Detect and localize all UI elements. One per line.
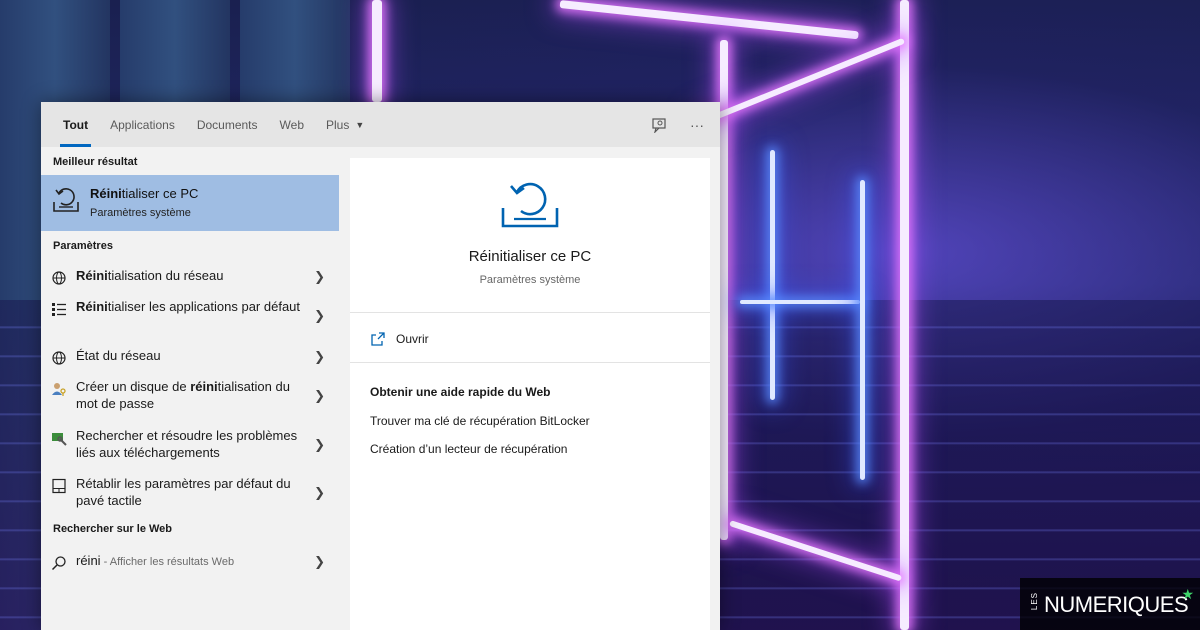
- tab-documents[interactable]: Documents: [186, 102, 269, 147]
- best-match-title: Réinitialiser ce PC: [90, 186, 199, 201]
- globe-icon: [52, 271, 66, 285]
- more-options-icon[interactable]: ···: [688, 116, 706, 134]
- divider: [350, 312, 710, 313]
- app-list-icon: [52, 303, 66, 316]
- best-match-subtitle: Paramètres système: [90, 207, 191, 219]
- wrench-icon: [52, 433, 67, 446]
- neon-light: [740, 300, 860, 304]
- tab-more[interactable]: Plus ▼: [315, 102, 375, 147]
- best-match-item[interactable]: Réinitialiser ce PC Paramètres système: [41, 175, 339, 231]
- star-icon: ★: [1181, 586, 1194, 602]
- les-numeriques-logo: LES NUMERIQUES ★: [1020, 578, 1200, 630]
- search-tabs: Tout Applications Documents Web Plus ▼ ··…: [41, 102, 720, 147]
- settings-item-password-reset-disk[interactable]: Créer un disque de réinitialisation du m…: [41, 378, 339, 414]
- settings-item-touchpad-defaults[interactable]: Rétablir les paramètres par défaut du pa…: [41, 475, 339, 511]
- web-link-bitlocker[interactable]: Trouver ma clé de récupération BitLocker: [370, 414, 590, 428]
- tab-applications[interactable]: Applications: [99, 102, 186, 147]
- neon-light: [698, 37, 906, 126]
- globe-icon: [52, 351, 66, 365]
- preview-title: Réinitialiser ce PC: [468, 248, 592, 265]
- settings-item-download-troubleshoot[interactable]: Rechercher et résoudre les problèmes lié…: [41, 427, 339, 463]
- chevron-right-icon: ❯: [314, 388, 325, 403]
- chevron-right-icon: ❯: [314, 269, 325, 284]
- neon-light: [559, 0, 859, 40]
- settings-heading: Paramètres: [53, 240, 113, 252]
- tab-web[interactable]: Web: [269, 102, 315, 147]
- web-search-item[interactable]: réini - Afficher les résultats Web ❯: [41, 552, 339, 572]
- neon-light: [900, 0, 909, 630]
- chevron-right-icon: ❯: [314, 308, 325, 323]
- search-icon: [51, 556, 66, 571]
- preview-pane: Réinitialiser ce PC Paramètres système O…: [350, 158, 710, 630]
- settings-item-reset-default-apps[interactable]: Réinitialiser les applications par défau…: [41, 298, 339, 334]
- search-panel: Tout Applications Documents Web Plus ▼ ··…: [41, 102, 720, 630]
- settings-item-label: Rétablir les paramètres par défaut du pa…: [76, 476, 291, 508]
- web-help-heading: Obtenir une aide rapide du Web: [370, 385, 551, 399]
- settings-item-label: Réinitialisation du réseau: [76, 268, 224, 283]
- open-icon: [371, 332, 385, 346]
- reset-pc-icon: [501, 182, 559, 228]
- tab-all[interactable]: Tout: [52, 102, 99, 147]
- settings-item-network-status[interactable]: État du réseau ❯: [41, 347, 339, 367]
- preview-subtitle: Paramètres système: [479, 274, 581, 286]
- best-match-heading: Meilleur résultat: [53, 156, 138, 168]
- divider: [350, 362, 710, 363]
- results-list: Meilleur résultat Réinitialiser ce PC Pa…: [41, 147, 339, 630]
- neon-light: [860, 180, 865, 480]
- chevron-right-icon: ❯: [314, 437, 325, 452]
- feedback-icon[interactable]: [650, 116, 668, 134]
- chevron-right-icon: ❯: [314, 349, 325, 364]
- chevron-right-icon: ❯: [314, 554, 325, 569]
- neon-light: [770, 150, 775, 400]
- chevron-right-icon: ❯: [314, 485, 325, 500]
- caret-down-icon: ▼: [355, 119, 365, 130]
- settings-item-label: Réinitialiser les applications par défau…: [76, 299, 301, 314]
- settings-item-label: Créer un disque de réinitialisation du m…: [76, 379, 290, 411]
- neon-light: [372, 0, 382, 102]
- touchpad-icon: [52, 478, 66, 494]
- open-button[interactable]: Ouvrir: [370, 330, 429, 348]
- web-search-label: réini - Afficher les résultats Web: [76, 553, 235, 568]
- settings-item-network-reset[interactable]: Réinitialisation du réseau ❯: [41, 267, 339, 287]
- web-link-recovery-drive[interactable]: Création d’un lecteur de récupération: [370, 442, 567, 456]
- web-search-heading: Rechercher sur le Web: [53, 523, 173, 535]
- user-key-icon: [52, 383, 66, 396]
- reset-pc-icon: [53, 188, 79, 212]
- settings-item-label: État du réseau: [76, 348, 161, 363]
- settings-item-label: Rechercher et résoudre les problèmes lié…: [76, 428, 298, 460]
